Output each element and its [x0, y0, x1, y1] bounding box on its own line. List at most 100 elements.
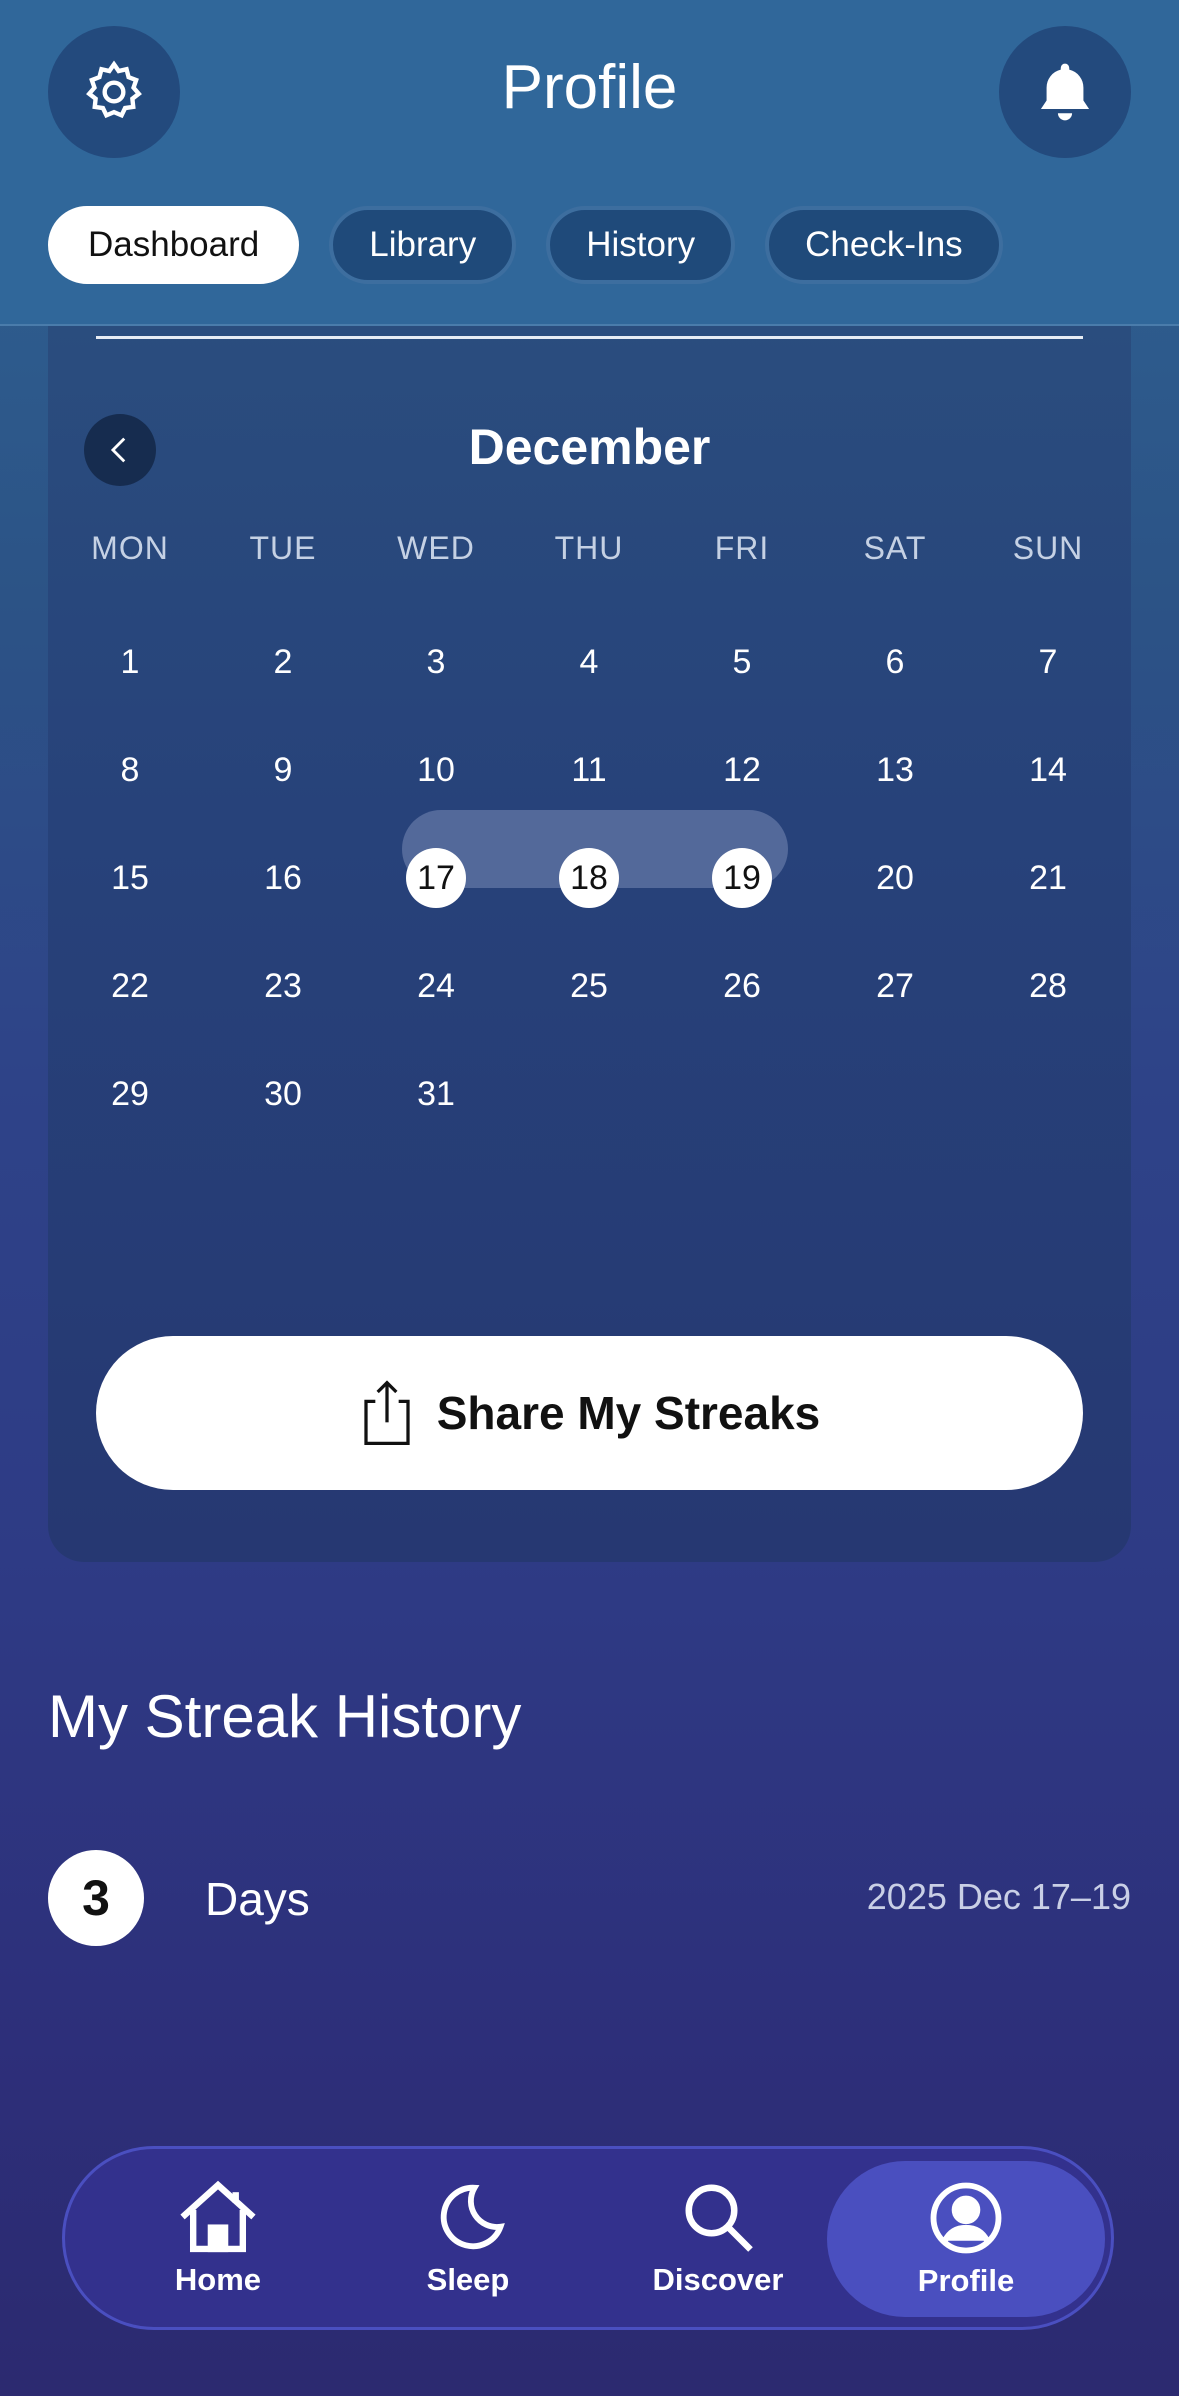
calendar-day-number: 27	[876, 967, 914, 1005]
nav-label: Sleep	[426, 2262, 510, 2297]
calendar-day-number: 18	[559, 848, 619, 908]
calendar-day[interactable]: 3	[376, 632, 496, 692]
calendar-day-number: 4	[579, 643, 599, 681]
calendar-day[interactable]: 29	[70, 1064, 190, 1124]
calendar-day[interactable]: 17	[376, 848, 496, 908]
calendar-day[interactable]: 9	[223, 740, 343, 800]
calendar-day-number: 15	[111, 859, 149, 897]
calendar-day[interactable]: 25	[529, 956, 649, 1016]
weekday-label: FRI	[714, 530, 770, 566]
calendar-day-number: 1	[120, 643, 140, 681]
tab-bar: Dashboard Library History Check-Ins	[48, 206, 1003, 284]
calendar-day-number: 7	[1038, 643, 1058, 681]
bottom-navigation: Home Sleep Discover Profile	[62, 2146, 1114, 2330]
calendar-day-number: 30	[264, 1075, 302, 1113]
streak-date-range: 2025 Dec 17–19	[866, 1876, 1131, 1917]
calendar-day-number: 28	[1029, 967, 1067, 1005]
calendar-day-number: 3	[426, 643, 446, 681]
calendar-day[interactable]: 2	[223, 632, 343, 692]
calendar-day-number: 13	[876, 751, 914, 789]
profile-icon	[930, 2182, 1002, 2254]
calendar-day[interactable]: 27	[835, 956, 955, 1016]
top-header: Profile Dashboard Library History Check-…	[0, 0, 1179, 326]
calendar-day[interactable]: 31	[376, 1064, 496, 1124]
calendar-day[interactable]: 1	[70, 632, 190, 692]
share-icon	[364, 1380, 410, 1445]
calendar-day-number: 9	[273, 751, 293, 789]
calendar-month: December	[468, 419, 711, 475]
calendar-day-number: 8	[120, 751, 140, 789]
weekday-label: TUE	[249, 530, 317, 566]
calendar-day-number: 16	[264, 859, 302, 897]
calendar-day[interactable]: 18	[529, 848, 649, 908]
calendar-day-number: 19	[712, 848, 772, 908]
calendar-day-number: 5	[732, 643, 752, 681]
nav-item-discover[interactable]: Discover	[593, 2149, 843, 2327]
calendar-day[interactable]: 4	[529, 632, 649, 692]
calendar-day-number: 24	[417, 967, 455, 1005]
tab-check-ins[interactable]: Check-Ins	[765, 206, 1003, 284]
calendar-day[interactable]: 19	[682, 848, 802, 908]
home-icon	[180, 2180, 256, 2253]
calendar-day-number: 31	[417, 1075, 455, 1113]
nav-label: Discover	[652, 2262, 784, 2297]
calendar-day[interactable]: 11	[529, 740, 649, 800]
calendar-day[interactable]: 22	[70, 956, 190, 1016]
calendar-day[interactable]: 30	[223, 1064, 343, 1124]
tab-dashboard[interactable]: Dashboard	[48, 206, 300, 284]
nav-item-home[interactable]: Home	[93, 2149, 343, 2327]
calendar-day-number: 10	[417, 751, 455, 789]
divider	[96, 336, 1083, 339]
calendar-day-number: 17	[406, 848, 466, 908]
calendar-day[interactable]: 13	[835, 740, 955, 800]
calendar-day-number: 25	[570, 967, 608, 1005]
calendar-day[interactable]: 26	[682, 956, 802, 1016]
streak-unit-label: Days	[205, 1873, 310, 1925]
bell-icon	[1040, 63, 1090, 121]
streak-history-title: My Streak History	[48, 1683, 522, 1750]
tab-history[interactable]: History	[546, 206, 736, 284]
calendar-day-number: 22	[111, 967, 149, 1005]
calendar-day-number: 26	[723, 967, 761, 1005]
share-streaks-button[interactable]: Share My Streaks	[96, 1336, 1083, 1490]
calendar-day-number: 20	[876, 859, 914, 897]
streak-count-badge: 3	[48, 1850, 144, 1946]
calendar-day[interactable]: 8	[70, 740, 190, 800]
nav-label: Profile	[917, 2263, 1015, 2298]
calendar-day-number: 21	[1029, 859, 1067, 897]
calendar-day[interactable]: 23	[223, 956, 343, 1016]
calendar-day[interactable]: 10	[376, 740, 496, 800]
search-icon	[685, 2184, 753, 2252]
calendar-day-number: 12	[723, 751, 761, 789]
weekday-label: SUN	[1012, 530, 1084, 566]
calendar-day[interactable]: 15	[70, 848, 190, 908]
calendar-day[interactable]: 16	[223, 848, 343, 908]
weekday-label: WED	[397, 530, 475, 566]
notifications-button[interactable]	[999, 26, 1131, 158]
weekday-label: SAT	[863, 530, 927, 566]
nav-item-sleep[interactable]: Sleep	[343, 2149, 593, 2327]
calendar-day[interactable]: 28	[988, 956, 1108, 1016]
calendar-day[interactable]: 5	[682, 632, 802, 692]
streak-calendar-card: December MON TUE WED THU FRI SAT SUN 123…	[48, 326, 1131, 1562]
calendar-day-number: 6	[885, 643, 905, 681]
calendar-day-number: 29	[111, 1075, 149, 1113]
calendar-day[interactable]: 21	[988, 848, 1108, 908]
calendar-day-number: 14	[1029, 751, 1067, 789]
weekday-label: THU	[554, 530, 624, 566]
calendar-day[interactable]: 20	[835, 848, 955, 908]
nav-label: Home	[174, 2262, 262, 2297]
calendar-day-number: 23	[264, 967, 302, 1005]
share-button-label: Share My Streaks	[436, 1387, 821, 1439]
weekday-label: MON	[91, 530, 169, 566]
calendar-day[interactable]: 12	[682, 740, 802, 800]
nav-item-profile[interactable]: Profile	[827, 2161, 1105, 2317]
moon-icon	[440, 2184, 505, 2250]
calendar-day[interactable]: 6	[835, 632, 955, 692]
calendar-day-number: 2	[273, 643, 293, 681]
calendar-day[interactable]: 7	[988, 632, 1108, 692]
calendar-day[interactable]: 14	[988, 740, 1108, 800]
calendar-day-number: 11	[571, 751, 607, 789]
tab-library[interactable]: Library	[329, 206, 517, 284]
calendar-day[interactable]: 24	[376, 956, 496, 1016]
